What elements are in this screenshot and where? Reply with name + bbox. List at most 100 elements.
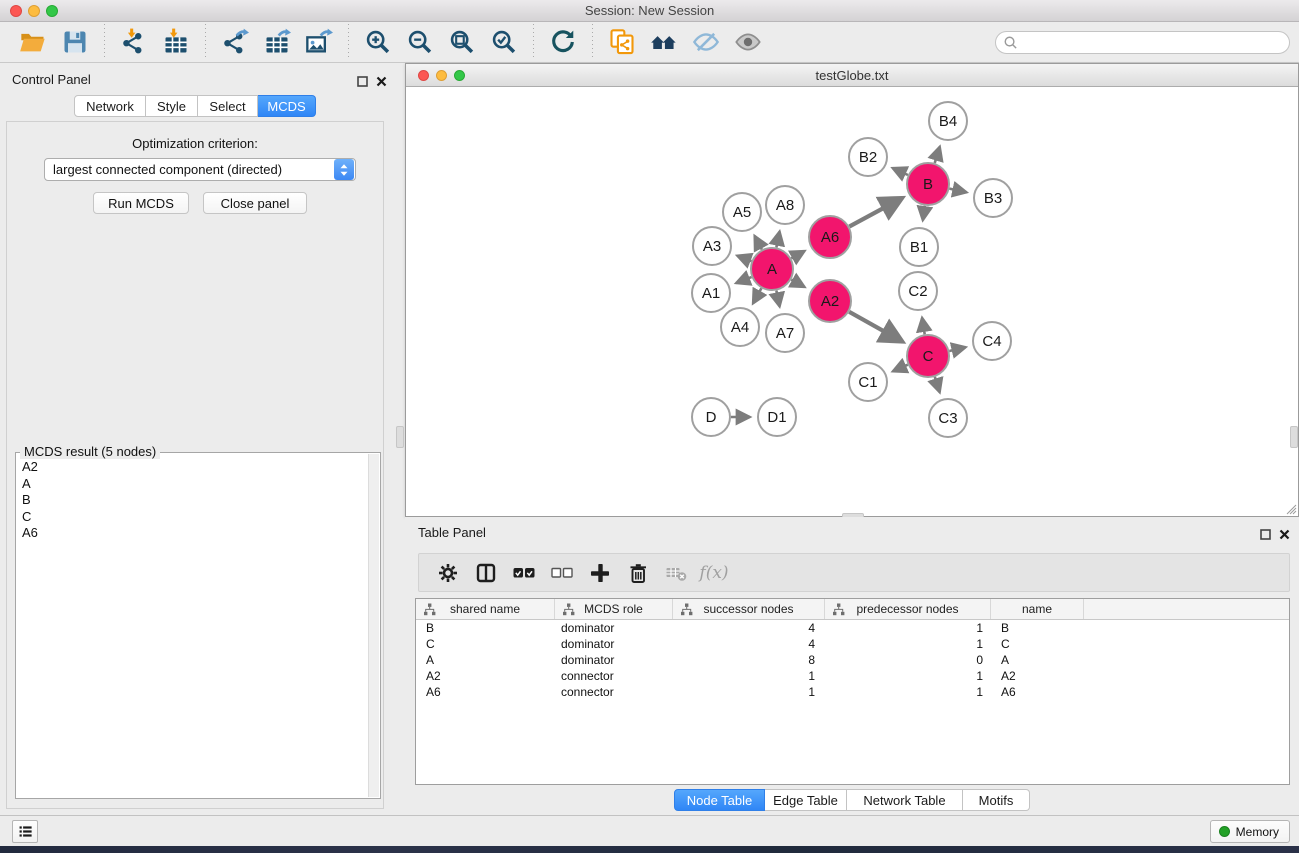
edge-A2-C[interactable] (849, 312, 903, 342)
edge-A6-B[interactable] (849, 198, 902, 227)
graph-node-C4[interactable]: C4 (973, 322, 1011, 360)
add-icon[interactable] (583, 558, 617, 588)
table-row[interactable]: Bdominator41B (416, 620, 1289, 636)
mcds-result-item[interactable]: C (22, 509, 368, 526)
graph-node-C2[interactable]: C2 (899, 272, 937, 310)
edge-A-A2[interactable] (791, 280, 804, 287)
table-cell[interactable]: A (991, 652, 1084, 668)
optimization-criterion-dropdown[interactable]: largest connected component (directed) (44, 158, 356, 181)
tab-style[interactable]: Style (146, 95, 198, 117)
table-float-panel-icon[interactable] (1260, 527, 1271, 545)
network-window-titlebar[interactable]: testGlobe.txt (406, 64, 1298, 87)
close-panel-button[interactable]: Close panel (203, 192, 307, 214)
window-resize-grip[interactable] (1285, 503, 1297, 515)
edge-C-C1[interactable] (893, 365, 908, 372)
show-all-icon[interactable] (730, 25, 766, 59)
network-canvas[interactable]: B4 B2 B B3 A5 A8 A6 A3 B1 A C2 A1 A2 A4 … (406, 87, 1298, 516)
graph-node-B3[interactable]: B3 (974, 179, 1012, 217)
table-cell[interactable]: 4 (673, 620, 825, 636)
export-table-icon[interactable] (259, 25, 295, 59)
new-network-from-selection-icon[interactable] (604, 25, 640, 59)
search-input[interactable] (1018, 34, 1289, 52)
tab-node-table[interactable]: Node Table (674, 789, 765, 811)
table-cell[interactable]: 1 (673, 668, 825, 684)
table-cell[interactable]: A6 (991, 684, 1084, 700)
table-cell[interactable]: A (416, 652, 555, 668)
tab-edge-table[interactable]: Edge Table (765, 789, 847, 811)
tab-network[interactable]: Network (74, 95, 146, 117)
table-cell[interactable]: 0 (825, 652, 991, 668)
zoom-in-icon[interactable] (360, 25, 396, 59)
select-all-icon[interactable] (507, 558, 541, 588)
table-cell[interactable]: C (991, 636, 1084, 652)
table-row[interactable]: A6connector11A6 (416, 684, 1289, 700)
show-panels-button[interactable] (12, 820, 38, 843)
graph-node-A7[interactable]: A7 (766, 314, 804, 352)
zoom-fit-icon[interactable] (444, 25, 480, 59)
graph-node-B2[interactable]: B2 (849, 138, 887, 176)
table-cell[interactable]: dominator (555, 652, 673, 668)
edge-C-C2[interactable] (922, 318, 925, 335)
hide-selected-icon[interactable] (688, 25, 724, 59)
tab-network-table[interactable]: Network Table (847, 789, 963, 811)
table-cell[interactable]: dominator (555, 620, 673, 636)
mcds-result-scrollbar[interactable] (368, 454, 379, 797)
edge-B-B2[interactable] (893, 168, 908, 175)
graph-node-A2[interactable]: A2 (809, 280, 851, 322)
graph-node-A8[interactable]: A8 (766, 186, 804, 224)
table-cell[interactable]: A6 (416, 684, 555, 700)
import-table-icon[interactable] (158, 25, 194, 59)
column-header-MCDS-role[interactable]: MCDS role (555, 599, 673, 619)
deselect-all-icon[interactable] (545, 558, 579, 588)
column-header-predecessor-nodes[interactable]: predecessor nodes (825, 599, 991, 619)
table-cell[interactable]: B (416, 620, 555, 636)
table-row[interactable]: Adominator80A (416, 652, 1289, 668)
delete-icon[interactable] (621, 558, 655, 588)
table-row[interactable]: Cdominator41C (416, 636, 1289, 652)
graph-node-A4[interactable]: A4 (721, 308, 759, 346)
table-cell[interactable]: 1 (825, 636, 991, 652)
vertical-splitter-handle-left[interactable] (396, 426, 404, 448)
table-cell[interactable]: 1 (673, 684, 825, 700)
table-cell[interactable]: connector (555, 684, 673, 700)
table-cell[interactable]: 8 (673, 652, 825, 668)
table-cell[interactable]: A2 (991, 668, 1084, 684)
graph-node-B1[interactable]: B1 (900, 228, 938, 266)
table-cell[interactable]: 4 (673, 636, 825, 652)
run-mcds-button[interactable]: Run MCDS (93, 192, 189, 214)
tab-mcds[interactable]: MCDS (258, 95, 316, 117)
table-cell[interactable]: 1 (825, 620, 991, 636)
edge-A-A1[interactable] (736, 277, 751, 283)
tab-motifs[interactable]: Motifs (963, 789, 1030, 811)
mcds-result-item[interactable]: A2 (22, 459, 368, 476)
first-neighbors-icon[interactable] (646, 25, 682, 59)
graph-node-A1[interactable]: A1 (692, 274, 730, 312)
table-cell[interactable]: 1 (825, 668, 991, 684)
graph-node-B[interactable]: B (907, 163, 949, 205)
table-cell[interactable]: C (416, 636, 555, 652)
table-close-panel-icon[interactable] (1279, 527, 1290, 545)
vertical-splitter-handle-right[interactable] (1290, 426, 1298, 448)
table-cell[interactable]: dominator (555, 636, 673, 652)
graph-node-C[interactable]: C (907, 335, 949, 377)
graph-node-C1[interactable]: C1 (849, 363, 887, 401)
import-network-icon[interactable] (116, 25, 152, 59)
column-header-name[interactable]: name (991, 599, 1084, 619)
edge-A-A8[interactable] (776, 232, 779, 248)
close-panel-icon[interactable] (376, 74, 387, 92)
mcds-result-item[interactable]: A (22, 476, 368, 493)
graph-node-A[interactable]: A (751, 248, 793, 290)
settings-icon[interactable] (431, 558, 465, 588)
search-field[interactable] (995, 31, 1290, 54)
mcds-result-item[interactable]: B (22, 492, 368, 509)
edge-A-A7[interactable] (776, 291, 779, 307)
graph-node-B4[interactable]: B4 (929, 102, 967, 140)
open-session-icon[interactable] (15, 25, 51, 59)
columns-icon[interactable] (469, 558, 503, 588)
edge-B-B1[interactable] (923, 206, 925, 221)
export-image-icon[interactable] (301, 25, 337, 59)
zoom-selected-icon[interactable] (486, 25, 522, 59)
edge-B-B4[interactable] (935, 147, 940, 163)
table-row[interactable]: A2connector11A2 (416, 668, 1289, 684)
column-header-successor-nodes[interactable]: successor nodes (673, 599, 825, 619)
